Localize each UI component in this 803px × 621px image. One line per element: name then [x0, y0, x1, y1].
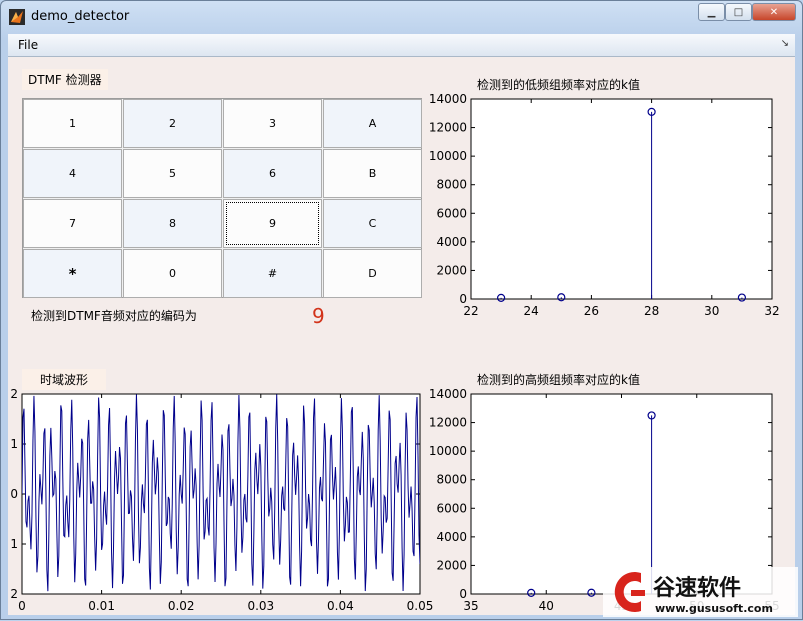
low-group-axes-box	[470, 98, 773, 300]
time-xtick-label: 0.02	[168, 599, 195, 613]
time-ytick-label: 2	[10, 387, 18, 401]
time-xtick-label: 0.05	[407, 599, 434, 613]
time-xtick-label: 0.01	[88, 599, 115, 613]
time-xtick-label: 0.03	[247, 599, 274, 613]
low-group-title: 检测到的低频组频率对应的k值	[477, 77, 640, 92]
time-ytick-label: 2	[10, 587, 18, 601]
time-ytick-label: 0	[10, 487, 18, 501]
high-group-title: 检测到的高频组频率对应的k值	[477, 372, 640, 387]
watermark-brand: 谷速软件	[653, 575, 741, 601]
time-ytick-label: 1	[10, 537, 18, 551]
low-group-ytick-label: 12000	[429, 121, 467, 135]
low-group-ytick-label: 4000	[436, 235, 467, 249]
app-window: demo_detector ▁ □ ✕ File ↘ DTMF 检测器 1 2 …	[0, 0, 803, 620]
low-group-ytick-label: 0	[459, 292, 467, 306]
low-group-xtick-label: 30	[704, 304, 719, 318]
high-group-xtick-label: 40	[539, 599, 554, 613]
plots-canvas: 22 24 26 28 30 320200040006000800010000120001…	[10, 77, 780, 613]
time-ytick-label: 1	[10, 437, 18, 451]
high-group-ytick-label: 6000	[436, 501, 467, 515]
watermark-url: www.gususoft.com	[655, 602, 773, 615]
low-group-ytick-label: 8000	[436, 178, 467, 192]
high-group-ytick-label: 14000	[429, 387, 467, 401]
time-xtick-label: 0.04	[327, 599, 354, 613]
time-domain-chart: 0 0.01 0.02 0.03 0.04 0.05 2 1 0 1 2	[10, 387, 433, 613]
low-group-ytick-label: 2000	[436, 263, 467, 277]
high-group-ytick-label: 10000	[429, 444, 467, 458]
low-group-ytick-label: 14000	[429, 92, 467, 106]
low-group-xtick-label: 22	[463, 304, 478, 318]
low-group-xtick-label: 24	[524, 304, 539, 318]
high-group-ytick-label: 2000	[436, 558, 467, 572]
high-group-ytick-label: 4000	[436, 530, 467, 544]
low-group-ytick-label: 10000	[429, 149, 467, 163]
time-xtick-label: 0	[18, 599, 26, 613]
low-group-ytick-label: 6000	[436, 206, 467, 220]
high-group-ytick-label: 8000	[436, 473, 467, 487]
low-group-stem-chart: 22 24 26 28 30 32 0 2000 4000 6000 8000 10000 12000 1…	[429, 77, 780, 318]
watermark-logo: 谷速软件 www.gususoft.com	[603, 567, 798, 617]
high-group-ytick-label: 12000	[429, 416, 467, 430]
high-group-ytick-label: 0	[459, 587, 467, 601]
high-group-xtick-label: 35	[463, 599, 478, 613]
high-group-axes-box	[470, 393, 773, 595]
low-group-xtick-label: 26	[584, 304, 599, 318]
low-group-xtick-label: 28	[644, 304, 659, 318]
low-group-xtick-label: 32	[764, 304, 779, 318]
